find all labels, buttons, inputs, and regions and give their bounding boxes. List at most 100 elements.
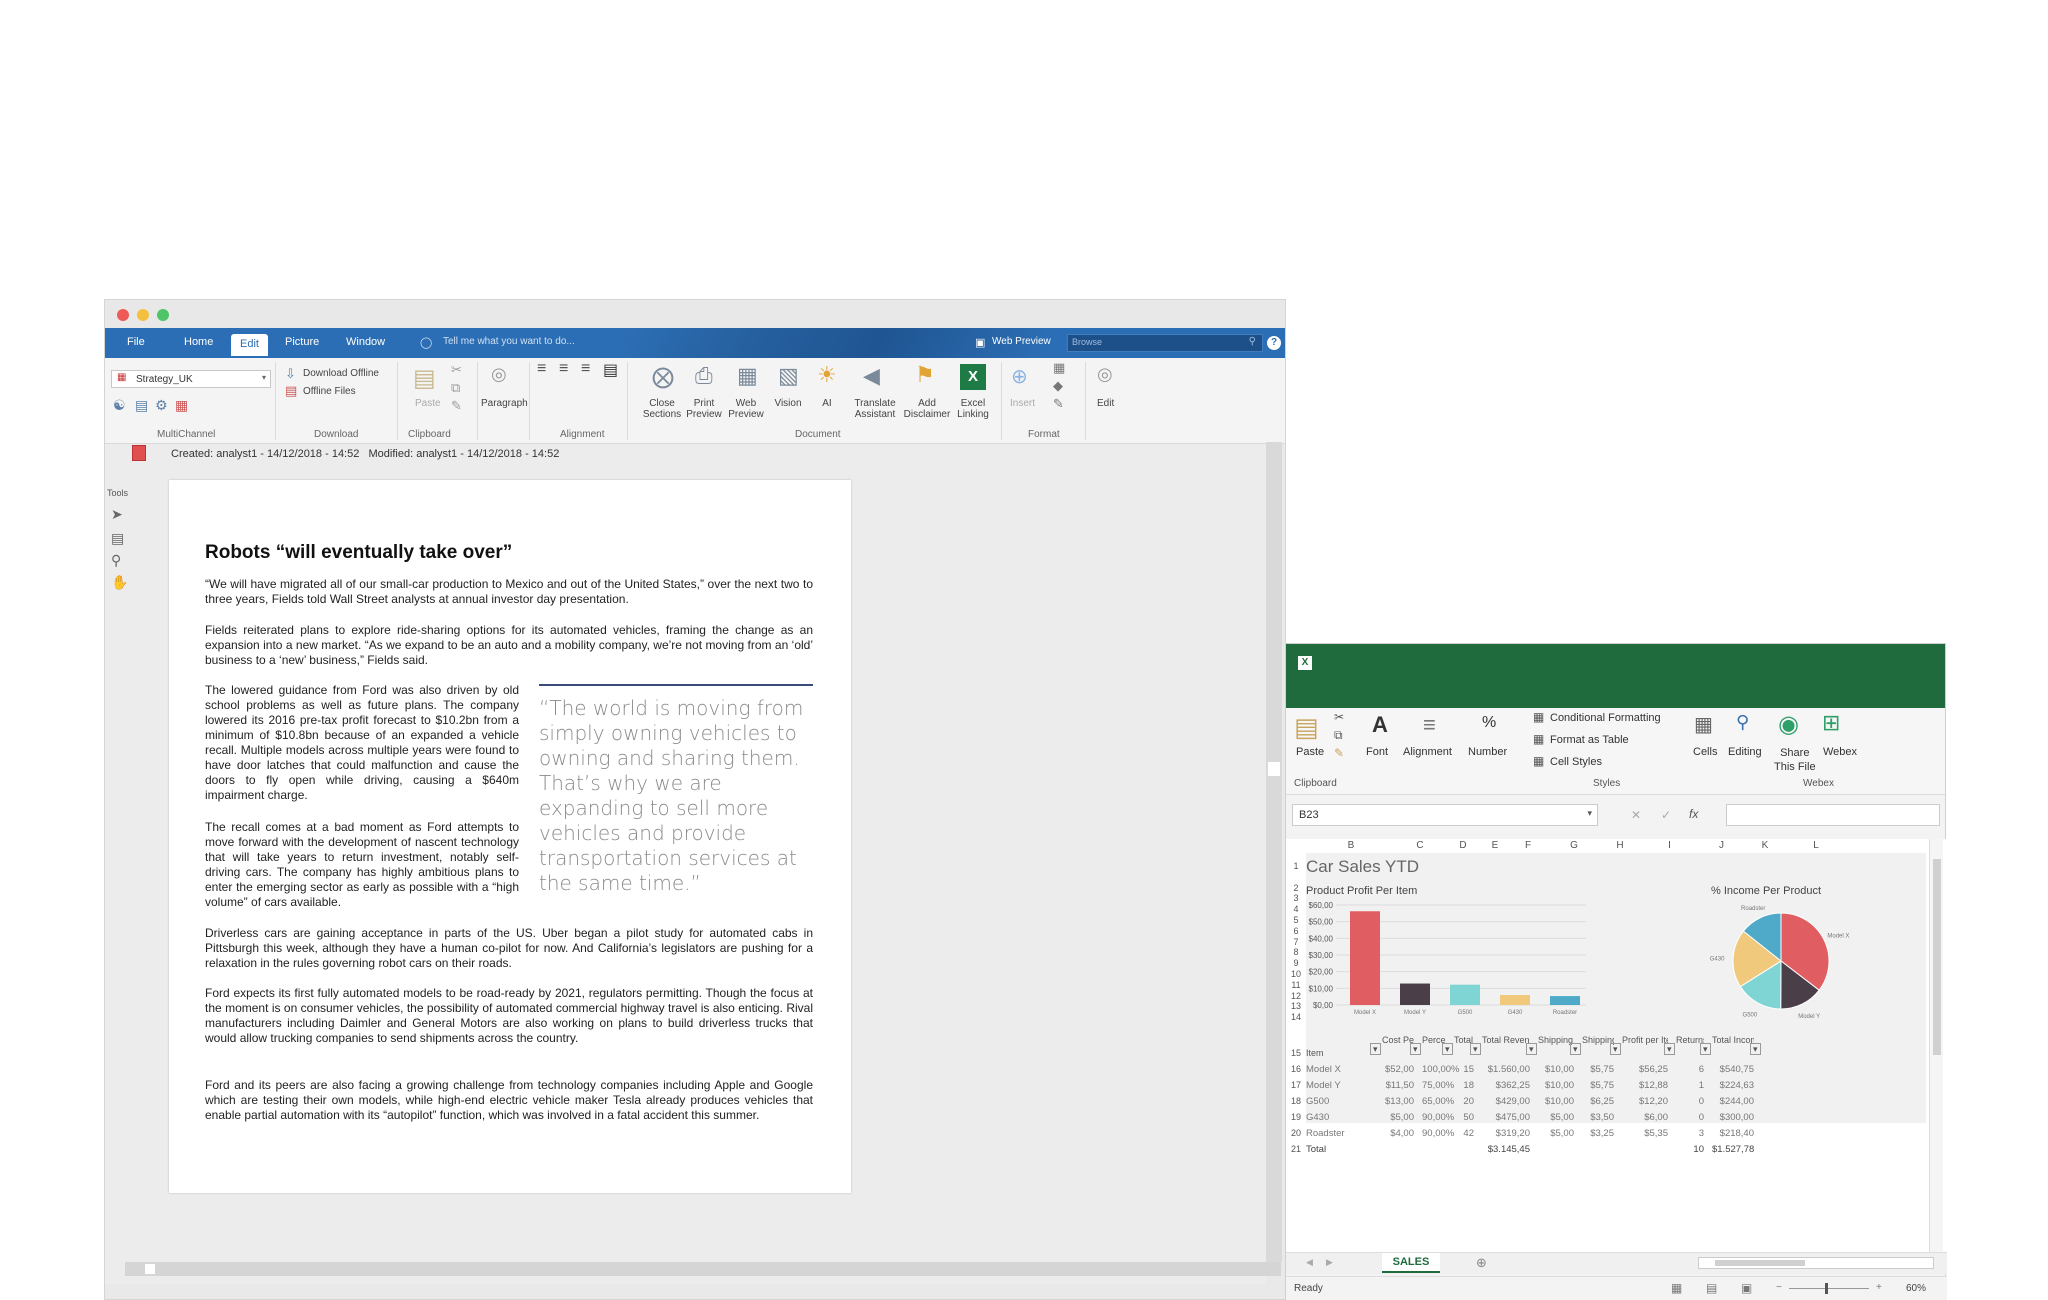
h-scroll-thumb[interactable] [1715,1260,1805,1266]
format-shape-icon[interactable]: ▦ [1053,360,1065,376]
cell-styles-button[interactable]: Cell Styles [1550,756,1602,768]
table-cell[interactable]: 3 [1676,1128,1704,1139]
filter-dropdown-icon[interactable]: ▾ [1610,1043,1621,1055]
row-header[interactable]: 9 [1286,958,1306,968]
download-icon[interactable]: ⇩ [285,366,296,382]
sheet-nav-left-icon[interactable]: ◀ [1306,1257,1313,1268]
total-cell[interactable]: 10 [1676,1144,1704,1155]
table-cell[interactable]: $244,00 [1712,1096,1754,1107]
editing-button[interactable]: Editing [1728,746,1762,758]
row-header[interactable]: 16 [1286,1064,1306,1074]
add-sheet-icon[interactable]: ⊕ [1476,1255,1487,1271]
column-header-H[interactable]: H [1600,839,1640,853]
copy-icon[interactable]: ⧉ [1334,728,1343,743]
number-button[interactable]: Number [1468,746,1507,758]
normal-view-icon[interactable]: ▦ [1671,1281,1682,1295]
sheet-tab-sales[interactable]: SALES [1382,1253,1440,1273]
page-break-icon[interactable]: ▣ [1741,1281,1752,1295]
excel-scroll-thumb[interactable] [1933,859,1941,1055]
hierarchy-icon[interactable]: ☯ [113,397,126,414]
percent-icon[interactable]: % [1482,714,1496,732]
h-scrollbar[interactable] [1698,1257,1934,1269]
page-layout-icon[interactable]: ▤ [1706,1281,1717,1295]
tab-edit[interactable]: Edit [231,334,268,356]
table-cell[interactable]: $218,40 [1712,1128,1754,1139]
ai-button[interactable]: AI [807,398,847,409]
column-header-B[interactable]: B [1306,839,1396,853]
bar-model-x[interactable] [1350,911,1380,1005]
print-preview-button[interactable]: Print Preview [684,398,724,420]
row-header[interactable]: 10 [1286,969,1306,979]
filter-dropdown-icon[interactable]: ▾ [1750,1043,1761,1055]
zoom-icon[interactable]: ⚲ [111,552,121,569]
format-as-table-button[interactable]: Format as Table [1550,734,1629,746]
cells-icon[interactable]: ▦ [1694,712,1713,737]
row-header[interactable]: 14 [1286,1012,1306,1022]
horizontal-scrollbar[interactable] [125,1262,1281,1276]
tell-me-search[interactable]: Tell me what you want to do... [443,336,575,347]
insert-button[interactable]: Insert [1010,398,1035,409]
close-sections-button[interactable]: Close Sections [642,398,682,420]
function-icon[interactable]: fx [1689,807,1698,821]
table-cell[interactable]: 42 [1454,1128,1474,1139]
table-cell[interactable]: 20 [1454,1096,1474,1107]
excel-vertical-scrollbar[interactable] [1929,839,1943,1264]
row-header[interactable]: 21 [1286,1144,1306,1154]
paragraph-icon[interactable]: ◎ [491,364,507,385]
text-tool-icon[interactable]: ▤ [111,530,124,547]
table-cell[interactable]: $10,00 [1538,1080,1574,1091]
download-offline-button[interactable]: Download Offline [303,368,379,379]
table-cell[interactable]: $362,25 [1482,1080,1530,1091]
row-header[interactable]: 13 [1286,1001,1306,1011]
table-cell[interactable]: $4,00 [1382,1128,1414,1139]
row-header[interactable]: 12 [1286,991,1306,1001]
translate-assistant-button[interactable]: Translate Assistant [847,398,903,420]
table-cell[interactable]: 100,00% [1422,1064,1460,1075]
disclaimer-icon[interactable]: ⚑ [915,362,935,388]
paste-button[interactable]: Paste [415,398,441,409]
column-header-J[interactable]: J [1699,839,1744,853]
share-this-file-button[interactable]: Share This File [1774,746,1816,774]
ai-lightbulb-icon[interactable]: ☀ [817,362,837,388]
webex-button[interactable]: Webex [1823,746,1857,758]
table-cell[interactable]: $5,35 [1622,1128,1668,1139]
format-tag-icon[interactable]: ◆ [1053,378,1063,394]
column-header-C[interactable]: C [1396,839,1444,853]
table-cell[interactable]: $56,25 [1622,1064,1668,1075]
bar-g500[interactable] [1450,984,1480,1005]
filter-dropdown-icon[interactable]: ▾ [1470,1043,1481,1055]
table-cell[interactable]: Roadster [1306,1128,1345,1139]
row-header[interactable]: 3 [1286,893,1306,903]
row-header[interactable]: 1 [1286,861,1306,871]
table-cell[interactable]: G500 [1306,1096,1329,1107]
table-cell[interactable]: $11,50 [1382,1080,1414,1091]
table-cell[interactable]: 90,00% [1422,1128,1454,1139]
close-window-button[interactable] [117,309,129,321]
table-cell[interactable]: $5,00 [1538,1128,1574,1139]
row-header[interactable]: 15 [1286,1048,1306,1058]
paste-button[interactable]: Paste [1296,746,1324,758]
name-box[interactable]: B23 ▾ [1292,804,1598,826]
add-disclaimer-button[interactable]: Add Disclaimer [900,398,954,420]
table-cell[interactable]: $429,00 [1482,1096,1530,1107]
table-cell[interactable]: $1.560,00 [1482,1064,1530,1075]
browse-input[interactable]: Browse ⚲ [1067,334,1263,352]
alignment-button[interactable]: Alignment [1403,746,1452,758]
column-header-F[interactable]: F [1508,839,1548,853]
cut-icon[interactable]: ✂ [1334,710,1344,724]
tab-file[interactable]: File [127,336,145,348]
formula-bar[interactable] [1726,804,1940,826]
row-header[interactable]: 20 [1286,1128,1306,1138]
filter-dropdown-icon[interactable]: ▾ [1410,1043,1421,1055]
vision-icon[interactable]: ▧ [778,363,799,389]
filter-dropdown-icon[interactable]: ▾ [1370,1043,1381,1055]
pointer-icon[interactable]: ➤ [111,506,123,523]
table-cell[interactable]: $6,25 [1582,1096,1614,1107]
font-button[interactable]: Font [1366,746,1388,758]
offline-files-button[interactable]: Offline Files [303,386,356,397]
close-sections-icon[interactable]: ⨂ [652,364,674,390]
confirm-entry-icon[interactable]: ✓ [1661,808,1671,822]
table-cell[interactable]: 6 [1676,1064,1704,1075]
table-cell[interactable]: $12,88 [1622,1080,1668,1091]
zoom-slider[interactable] [1789,1283,1869,1294]
